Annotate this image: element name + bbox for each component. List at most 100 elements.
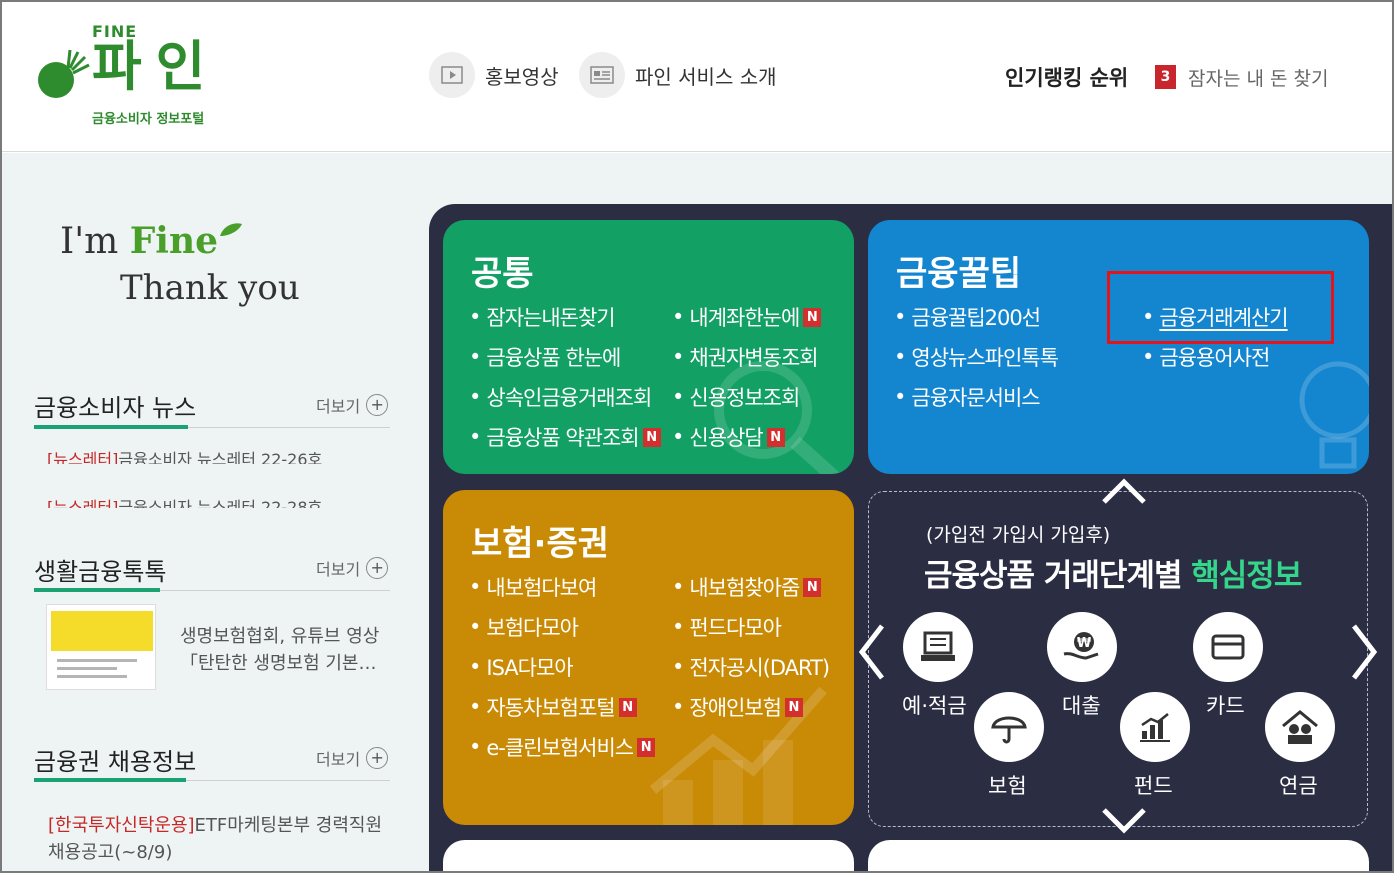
chevron-down-icon[interactable]	[1100, 806, 1148, 836]
link-finance-dictionary[interactable]: 금융용어사전	[1142, 342, 1270, 372]
link-isa-damoa[interactable]: ISA다모아	[469, 652, 573, 682]
link-my-accounts[interactable]: 내계좌한눈에N	[672, 302, 822, 332]
more-label: 더보기	[316, 560, 361, 579]
link-heir-inquiry[interactable]: 상속인금융거래조회	[469, 382, 652, 412]
chevron-up-icon[interactable]	[1100, 476, 1148, 506]
slogan-fine: Fine	[129, 220, 219, 262]
news-text: 금융소비자 뉴스레터 22-28호	[118, 498, 323, 508]
chevron-right-icon[interactable]	[1350, 622, 1380, 682]
section-underline	[34, 778, 186, 782]
link-dart[interactable]: 전자공시(DART)	[672, 652, 830, 682]
link-dormant-money[interactable]: 잠자는내돈찾기	[469, 302, 615, 332]
insurance-label[interactable]: 보험	[988, 770, 1027, 800]
new-badge: N	[766, 427, 785, 447]
tips-line-1: 생명보험협회, 유튜브 영상	[180, 626, 380, 647]
link-insurance-damoa[interactable]: 보험다모아	[469, 612, 579, 642]
link-car-insurance[interactable]: 자동차보험포털N	[469, 692, 637, 722]
news-more-button[interactable]: 더보기 +	[316, 393, 389, 417]
link-my-insurance[interactable]: 내보험다보여	[469, 572, 597, 602]
common-card-title: 공통	[471, 254, 534, 294]
common-card: 공통 잠자는내돈찾기 금융상품 한눈에 상속인금융거래조회 금융상품 약관조회N…	[443, 220, 854, 474]
fund-chart-icon[interactable]	[1120, 692, 1190, 762]
job-tag: [한국투자신탁운용]	[48, 815, 195, 836]
news-item[interactable]: [뉴스레터]금융소비자 뉴스레터 22-28호	[47, 494, 387, 508]
link-credit-counsel[interactable]: 신용상담N	[672, 422, 785, 452]
slogan-im: I'm	[60, 221, 130, 262]
tips-thumbnail[interactable]	[46, 604, 156, 690]
insurance-card-title: 보험·증권	[471, 524, 610, 564]
plus-icon: +	[366, 747, 389, 769]
life-finance-title: 생활금융톡톡	[34, 558, 167, 586]
stage-subtitle: (가입전 가입시 가입후)	[926, 524, 1111, 546]
pension-label[interactable]: 연금	[1279, 770, 1318, 800]
nav-promo-video-label: 홍보영상	[485, 64, 559, 89]
loan-icon[interactable]: ₩	[1047, 612, 1117, 682]
site-header: FINE 파인 금융소비자 정보포털 홍보영상 파인 서비스 소개 인기랭킹 순…	[2, 2, 1392, 152]
link-advisory-service[interactable]: 금융자문서비스	[894, 382, 1040, 412]
deposit-icon[interactable]	[903, 612, 973, 682]
growth-chart-deco-icon	[649, 686, 827, 825]
jobs-title: 금융권 채용정보	[34, 748, 197, 776]
lower-card-left	[443, 840, 854, 873]
ranking-item-link[interactable]: 잠자는 내 돈 찾기	[1188, 64, 1328, 91]
nav-promo-video[interactable]: 홍보영상	[429, 52, 559, 98]
fund-label[interactable]: 펀드	[1134, 770, 1173, 800]
link-tips-200[interactable]: 금융꿀팁200선	[894, 302, 1041, 332]
finance-tips-card-title: 금융꿀팁	[896, 254, 1022, 294]
play-icon	[429, 52, 475, 98]
popular-ranking-title: 인기랭킹 순위	[1005, 66, 1129, 90]
link-creditor-change[interactable]: 채권자변동조회	[672, 342, 818, 372]
deposit-label[interactable]: 예·적금	[902, 690, 967, 720]
stage-title: 금융상품 거래단계별 핵심정보	[924, 558, 1302, 594]
insurance-securities-card: 보험·증권 내보험다보여 보험다모아 ISA다모아 자동차보험포털N e-클린보…	[443, 490, 854, 825]
logo-name: 파인	[92, 35, 220, 98]
link-video-news[interactable]: 영상뉴스파인톡톡	[894, 342, 1059, 372]
news-text: 금융소비자 뉴스레터 22-26호	[118, 450, 323, 464]
section-underline	[34, 588, 160, 592]
news-tag: [뉴스레터]	[47, 450, 119, 464]
fine-logo[interactable]: FINE 파인 금융소비자 정보포털	[32, 22, 232, 132]
new-badge: N	[642, 427, 661, 447]
slogan-thank-you: Thank you	[120, 268, 300, 308]
ranking-number-badge: 3	[1155, 65, 1176, 89]
plus-icon: +	[366, 394, 389, 416]
link-terms-inquiry[interactable]: 금융상품 약관조회N	[469, 422, 661, 452]
news-item[interactable]: [뉴스레터]금융소비자 뉴스레터 22-26호	[47, 446, 387, 464]
link-clean-insurance[interactable]: e-클린보험서비스N	[469, 732, 656, 762]
tips-more-button[interactable]: 더보기 +	[316, 556, 389, 580]
logo-subtitle: 금융소비자 정보포털	[92, 112, 205, 127]
loan-label[interactable]: 대출	[1062, 690, 1101, 720]
nav-service-intro-label: 파인 서비스 소개	[635, 64, 777, 89]
more-label: 더보기	[316, 397, 361, 416]
new-badge: N	[803, 577, 822, 597]
link-disability-insurance[interactable]: 장애인보험N	[672, 692, 803, 722]
card-label[interactable]: 카드	[1206, 690, 1245, 720]
link-credit-info[interactable]: 신용정보조회	[672, 382, 800, 412]
card-icon[interactable]	[1193, 612, 1263, 682]
link-find-insurance[interactable]: 내보험찾아줌N	[672, 572, 822, 602]
highlight-box	[1107, 271, 1334, 344]
section-underline	[34, 425, 188, 429]
slogan: I'm Fine Thank you	[60, 220, 300, 308]
document-icon	[579, 52, 625, 98]
pension-house-icon[interactable]	[1265, 692, 1335, 762]
plus-icon: +	[366, 557, 389, 579]
tips-line-2: 「탄탄한 생명보험 기본…	[180, 653, 377, 674]
umbrella-icon[interactable]	[974, 692, 1044, 762]
svg-text:₩: ₩	[1077, 636, 1092, 651]
jobs-more-button[interactable]: 더보기 +	[316, 746, 389, 770]
nav-service-intro[interactable]: 파인 서비스 소개	[579, 52, 777, 98]
new-badge: N	[618, 697, 637, 717]
chevron-left-icon[interactable]	[856, 622, 886, 682]
new-badge: N	[785, 697, 803, 717]
link-fund-damoa[interactable]: 펀드다모아	[672, 612, 782, 642]
logo-mark-icon	[38, 49, 90, 98]
new-badge: N	[637, 737, 656, 757]
job-item[interactable]: [한국투자신탁운용]ETF마케팅본부 경력직원 채용공고(~8/9)	[48, 812, 382, 866]
lower-card-right	[868, 840, 1369, 873]
new-badge: N	[803, 307, 822, 327]
consumer-news-title: 금융소비자 뉴스	[34, 394, 197, 422]
tips-item[interactable]: 생명보험협회, 유튜브 영상 「탄탄한 생명보험 기본…	[180, 623, 379, 677]
job-line-2: 채용공고(~8/9)	[48, 842, 173, 863]
link-products-glance[interactable]: 금융상품 한눈에	[469, 342, 621, 372]
